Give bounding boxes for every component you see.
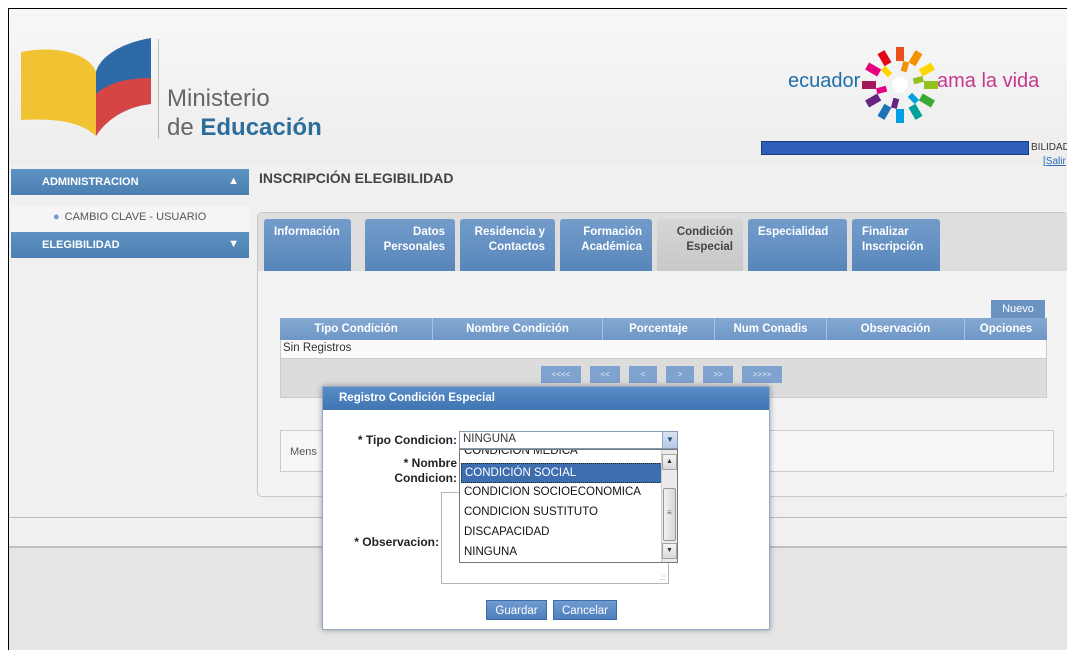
tipo-condicion-select[interactable]: NINGUNA ▼ — [459, 431, 678, 449]
options-scrollbar[interactable]: ▲ ≡ ▼ — [661, 450, 677, 562]
observacion-label: * Observacion: — [354, 535, 439, 549]
scroll-down-icon[interactable]: ▼ — [662, 543, 677, 559]
logout-link[interactable]: [Salir — [1043, 156, 1066, 167]
conditions-table-header: Tipo Condición Nombre Condición Porcenta… — [280, 318, 1047, 340]
page-title: INSCRIPCIÓN ELEGIBILIDAD — [259, 170, 454, 186]
column-header[interactable]: Observación — [827, 318, 965, 340]
sidebar-section-administracion[interactable]: ADMINISTRACION ▲ — [11, 169, 249, 195]
option-condicion-sustituto[interactable]: CONDICION SUSTITUTO — [461, 503, 662, 523]
sidebar-section-elegibilidad[interactable]: ELEGIBILIDAD ▼ — [11, 232, 249, 258]
nombre-condicion-label-line2: Condicion: — [394, 471, 457, 485]
logo-divider — [158, 39, 159, 139]
cancelar-button[interactable]: Cancelar — [553, 600, 617, 620]
chevron-double-down-icon: ▼ — [228, 238, 239, 250]
tab-especialidad[interactable]: Especialidad — [748, 219, 847, 271]
app-frame: Ministerio de Educación ecuador ama la v… — [8, 8, 1067, 650]
option-discapacidad[interactable]: DISCAPACIDAD — [461, 523, 662, 543]
option-condicion-social[interactable]: CONDICIÓN SOCIAL — [461, 463, 662, 483]
pager-next-page-button[interactable]: >> — [703, 366, 733, 383]
option-condicion-medica[interactable]: CONDICION MEDICA — [461, 450, 662, 462]
column-header[interactable]: Nombre Condición — [433, 318, 603, 340]
guardar-button[interactable]: Guardar — [486, 600, 547, 620]
message-label: Mens — [290, 446, 317, 458]
sidebar-section-label: ADMINISTRACION — [42, 176, 139, 188]
option-ninguna[interactable]: NINGUNA — [461, 543, 662, 562]
ecuador-flower-logo — [862, 47, 938, 123]
column-header[interactable]: Tipo Condición — [280, 318, 433, 340]
nombre-condicion-label-line1: * Nombre — [403, 456, 457, 470]
nuevo-button[interactable]: Nuevo — [991, 300, 1045, 318]
tipo-condicion-options: CONDICION MEDICA CONDICIÓN SOCIAL CONDIC… — [459, 449, 678, 563]
dropdown-arrow-icon[interactable]: ▼ — [662, 432, 677, 448]
tab-formacion-academica[interactable]: Formación Académica — [560, 219, 652, 271]
ministry-logo — [21, 38, 151, 137]
ama-la-vida-text: ama la vida — [937, 70, 1040, 92]
tab-finalizar-inscripcion[interactable]: Finalizar Inscripción — [852, 219, 940, 271]
sidebar-item-label: CAMBIO CLAVE - USUARIO — [64, 211, 207, 223]
tab-residencia-contactos[interactable]: Residencia y Contactos — [460, 219, 555, 271]
tab-informacion[interactable]: Información — [264, 219, 351, 271]
column-header[interactable]: Opciones — [965, 318, 1047, 340]
resize-grip-icon[interactable]: .:: — [659, 573, 666, 582]
pager-next-button[interactable]: > — [666, 366, 694, 383]
option-condicion-socioeconomica[interactable]: CONDICION SOCIOECONOMICA — [461, 483, 662, 503]
user-name-redacted — [761, 141, 1029, 155]
header: Ministerio de Educación ecuador ama la v… — [9, 9, 1067, 167]
pager-prev-button[interactable]: < — [629, 366, 657, 383]
user-role: BILIDAD) — [1031, 142, 1067, 153]
column-header[interactable]: Num Conadis — [715, 318, 827, 340]
scroll-up-icon[interactable]: ▲ — [662, 454, 677, 470]
table-empty-row: Sin Registros — [280, 340, 1047, 358]
ministry-name-line2: de Educación — [167, 114, 322, 141]
ecuador-text: ecuador — [788, 70, 861, 92]
bullet-icon: ● — [53, 211, 60, 223]
ministry-name-line1: Ministerio — [167, 85, 270, 112]
column-header[interactable]: Porcentaje — [603, 318, 715, 340]
scroll-thumb[interactable]: ≡ — [663, 488, 676, 541]
tab-datos-personales[interactable]: Datos Personales — [365, 219, 455, 271]
sidebar-section-label: ELEGIBILIDAD — [42, 239, 120, 251]
pager-prev-page-button[interactable]: << — [590, 366, 620, 383]
pager-last-button[interactable]: >>>> — [742, 366, 782, 383]
sidebar-item-cambio-clave[interactable]: ● CAMBIO CLAVE - USUARIO — [11, 206, 249, 232]
pager-first-button[interactable]: <<<< — [541, 366, 581, 383]
tipo-condicion-value: NINGUNA — [463, 433, 517, 445]
chevron-double-up-icon: ▲ — [228, 175, 239, 187]
tab-condicion-especial[interactable]: Condición Especial — [657, 219, 743, 271]
tipo-condicion-label: * Tipo Condicion: — [357, 433, 457, 447]
modal-title: Registro Condición Especial — [323, 387, 769, 410]
